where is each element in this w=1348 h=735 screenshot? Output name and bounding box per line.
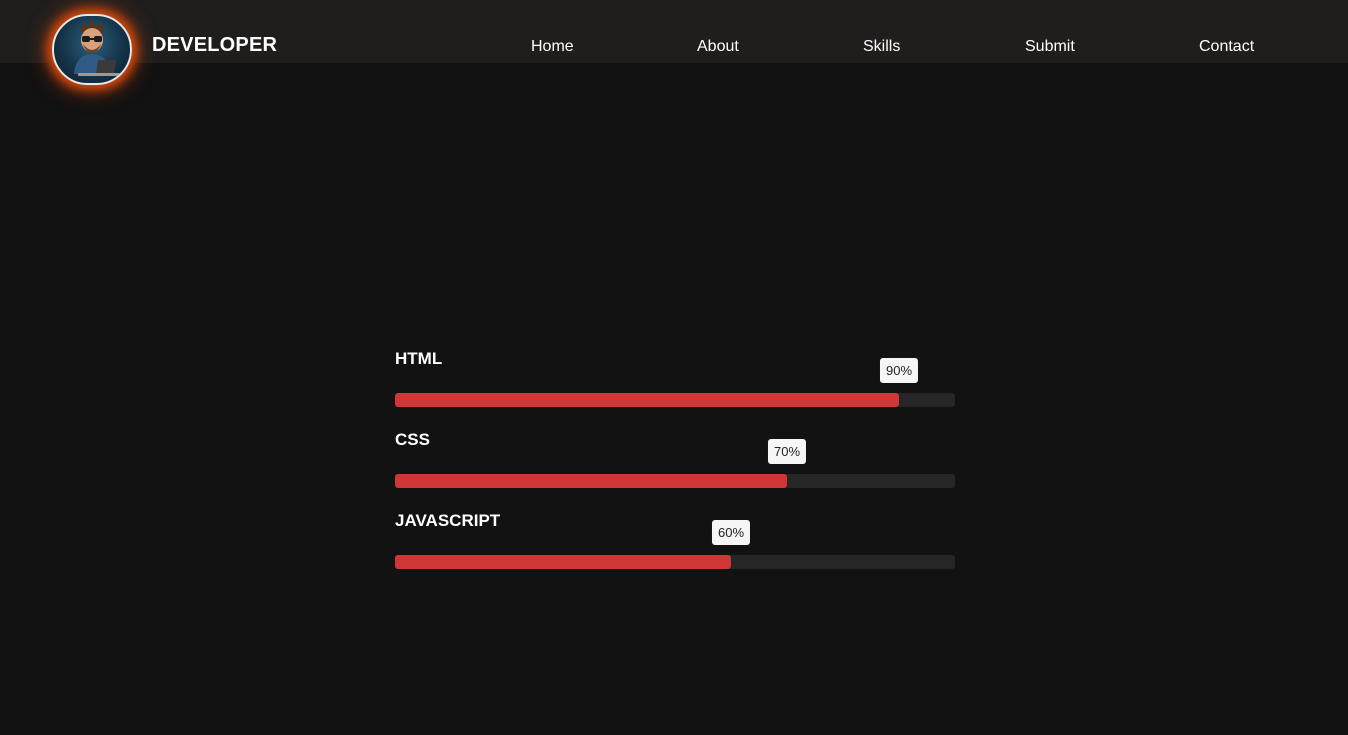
nav-contact[interactable]: Contact — [1199, 38, 1254, 56]
developer-avatar-icon — [74, 20, 120, 76]
skill-label: CSS — [395, 430, 430, 449]
nav-skills[interactable]: Skills — [863, 38, 900, 56]
skills-section: HTML 90% CSS 70% JAVASCRIPT 60% — [395, 349, 955, 592]
skill-progress-track — [395, 474, 955, 488]
nav-submit[interactable]: Submit — [1025, 38, 1075, 56]
skill-percent-badge: 70% — [767, 439, 807, 464]
brand-title: DEVELOPER — [152, 34, 278, 56]
skill-progress-fill — [395, 474, 787, 488]
skill-percent-badge: 90% — [879, 358, 919, 383]
skill-percent-badge: 60% — [711, 520, 751, 545]
skill-css: CSS 70% — [395, 430, 955, 511]
skill-progress-track — [395, 555, 955, 569]
skill-label: HTML — [395, 349, 443, 368]
skill-label: JAVASCRIPT — [395, 511, 501, 530]
skill-progress-track — [395, 393, 955, 407]
skill-progress-fill — [395, 555, 731, 569]
skill-html: HTML 90% — [395, 349, 955, 430]
nav-about[interactable]: About — [697, 38, 739, 56]
avatar[interactable] — [52, 14, 132, 85]
skill-progress-fill — [395, 393, 899, 407]
skill-javascript: JAVASCRIPT 60% — [395, 511, 955, 592]
nav-home[interactable]: Home — [531, 38, 574, 56]
